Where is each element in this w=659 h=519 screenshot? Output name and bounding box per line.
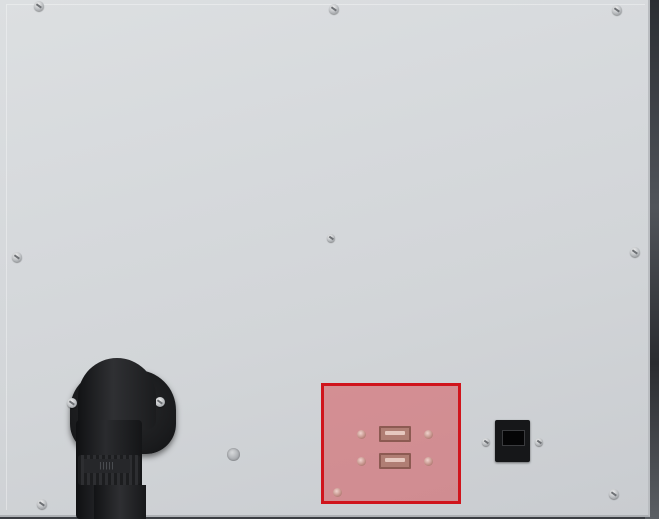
- usb-screw-lower-right: [424, 457, 433, 466]
- rj45-socket: [502, 430, 525, 446]
- panel-hole: [227, 448, 240, 461]
- screw-middle-left: [12, 252, 22, 262]
- screw-top-left: [34, 1, 44, 11]
- screw-bottom-right: [609, 489, 619, 499]
- cable-tag: |||||: [84, 459, 130, 473]
- usb-port-upper[interactable]: [379, 426, 411, 442]
- screw-top-center: [329, 4, 339, 14]
- usb-screw-corner: [333, 488, 342, 497]
- rj45-port[interactable]: [495, 420, 530, 462]
- connector-screw-right: [155, 397, 165, 407]
- cable-lower: [94, 485, 146, 519]
- usb-port-lower[interactable]: [379, 453, 411, 469]
- screw-top-right: [612, 5, 622, 15]
- screw-bottom-left: [37, 499, 47, 509]
- usb-screw-upper-right: [424, 430, 433, 439]
- usb-screw-upper-left: [357, 430, 366, 439]
- usb-highlight-box[interactable]: [321, 383, 461, 504]
- rj45-screw-left: [482, 438, 490, 446]
- rj45-screw-right: [535, 438, 543, 446]
- usb-screw-lower-left: [357, 457, 366, 466]
- screw-middle-center: [327, 234, 335, 242]
- screw-middle-right: [630, 247, 640, 257]
- connector-screw-left: [67, 398, 77, 408]
